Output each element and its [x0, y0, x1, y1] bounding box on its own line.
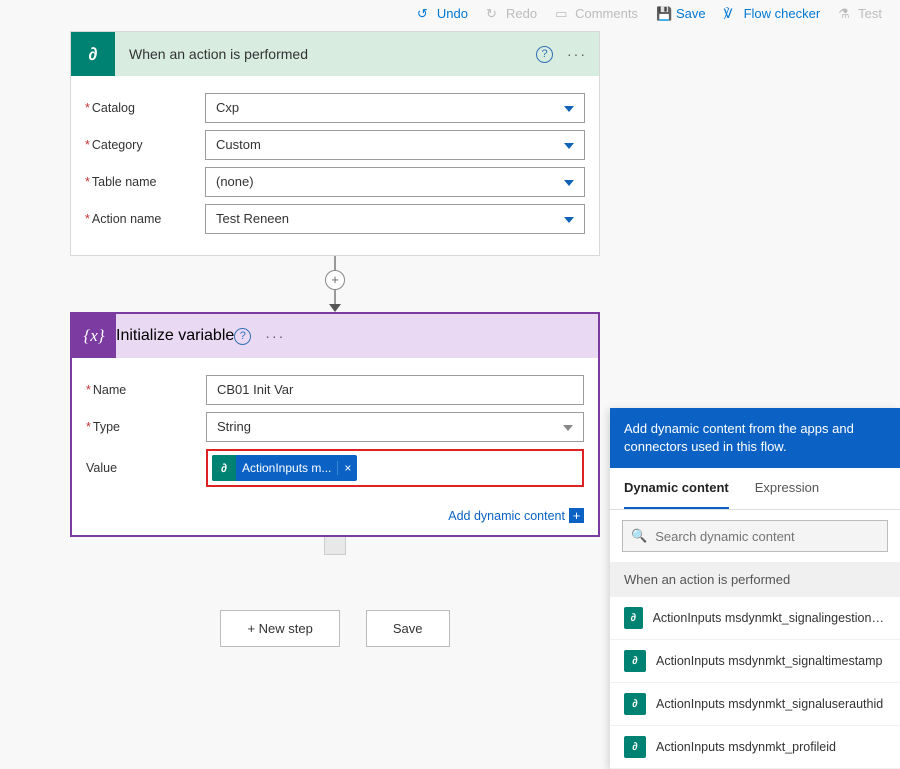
- name-input[interactable]: CB01 Init Var: [206, 375, 584, 405]
- value-label: Value: [86, 461, 206, 475]
- category-select[interactable]: Custom: [205, 130, 585, 160]
- connector: +: [70, 256, 600, 312]
- test-button[interactable]: ⚗Test: [838, 6, 882, 21]
- dynamic-option[interactable]: ActionInputs msdynmkt_profileid: [610, 726, 900, 769]
- dataverse-icon: [624, 736, 646, 758]
- search-box[interactable]: 🔍: [622, 520, 888, 552]
- table-label: *Table name: [85, 175, 205, 189]
- dataverse-icon: [624, 693, 646, 715]
- dataverse-icon: [624, 650, 646, 672]
- comments-button[interactable]: ▭Comments: [555, 6, 638, 21]
- dynamic-option[interactable]: ActionInputs msdynmkt_signaltimestamp: [610, 640, 900, 683]
- search-input[interactable]: [655, 529, 879, 544]
- token-text: ActionInputs m...: [236, 461, 337, 475]
- dynamic-content-panel: Add dynamic content from the apps and co…: [610, 408, 900, 769]
- add-between-button[interactable]: +: [325, 270, 345, 290]
- value-input[interactable]: ActionInputs m... ×: [206, 449, 584, 487]
- save-flow-button[interactable]: Save: [366, 610, 450, 647]
- redo-icon: ↻: [486, 6, 501, 21]
- panel-banner: Add dynamic content from the apps and co…: [610, 408, 900, 468]
- initialize-variable-card[interactable]: {x} Initialize variable ? ··· *Name CB01…: [70, 312, 600, 537]
- trigger-card[interactable]: When an action is performed ? ··· *Catal…: [70, 31, 600, 256]
- name-label: *Name: [86, 383, 206, 397]
- flow-checker-icon: ℣: [724, 6, 739, 21]
- dynamic-token[interactable]: ActionInputs m... ×: [212, 455, 357, 481]
- dataverse-icon: [71, 32, 115, 76]
- help-icon[interactable]: ?: [234, 328, 251, 345]
- type-select[interactable]: String: [206, 412, 584, 442]
- token-remove-icon[interactable]: ×: [337, 461, 357, 475]
- insert-marker[interactable]: [70, 533, 600, 560]
- dynamic-option[interactable]: ActionInputs msdynmkt_signaluserauthid: [610, 683, 900, 726]
- action-label: *Action name: [85, 212, 205, 226]
- add-dynamic-content-link[interactable]: Add dynamic content+: [72, 508, 598, 535]
- top-toolbar: ↺Undo ↻Redo ▭Comments 💾Save ℣Flow checke…: [0, 0, 900, 31]
- dynamic-option[interactable]: ActionInputs msdynmkt_signalingestiontim…: [610, 597, 900, 640]
- action-select[interactable]: Test Reneen: [205, 204, 585, 234]
- group-header: When an action is performed: [610, 562, 900, 597]
- dataverse-icon: [624, 607, 643, 629]
- trigger-header[interactable]: When an action is performed ? ···: [71, 32, 599, 76]
- plus-icon: +: [569, 508, 584, 523]
- category-label: *Category: [85, 138, 205, 152]
- catalog-label: *Catalog: [85, 101, 205, 115]
- initvar-header[interactable]: {x} Initialize variable ? ···: [72, 314, 598, 358]
- more-icon[interactable]: ···: [567, 46, 587, 62]
- token-icon: [212, 455, 236, 481]
- tab-expression[interactable]: Expression: [755, 468, 819, 509]
- help-icon[interactable]: ?: [536, 46, 553, 63]
- comment-icon: ▭: [555, 6, 570, 21]
- flow-checker-button[interactable]: ℣Flow checker: [724, 6, 821, 21]
- new-step-button[interactable]: + New step: [220, 610, 339, 647]
- type-label: *Type: [86, 420, 206, 434]
- table-select[interactable]: (none): [205, 167, 585, 197]
- trigger-title: When an action is performed: [115, 46, 536, 62]
- save-button[interactable]: 💾Save: [656, 6, 706, 21]
- more-icon[interactable]: ···: [265, 328, 285, 344]
- save-icon: 💾: [656, 6, 671, 21]
- variable-icon: {x}: [72, 314, 116, 358]
- undo-button[interactable]: ↺Undo: [417, 6, 468, 21]
- initvar-title: Initialize variable: [116, 327, 234, 345]
- tab-dynamic-content[interactable]: Dynamic content: [624, 468, 729, 509]
- arrow-down-icon: [329, 304, 341, 312]
- redo-button: ↻Redo: [486, 6, 537, 21]
- search-icon: 🔍: [631, 528, 647, 544]
- undo-icon: ↺: [417, 6, 432, 21]
- catalog-select[interactable]: Cxp: [205, 93, 585, 123]
- flask-icon: ⚗: [838, 6, 853, 21]
